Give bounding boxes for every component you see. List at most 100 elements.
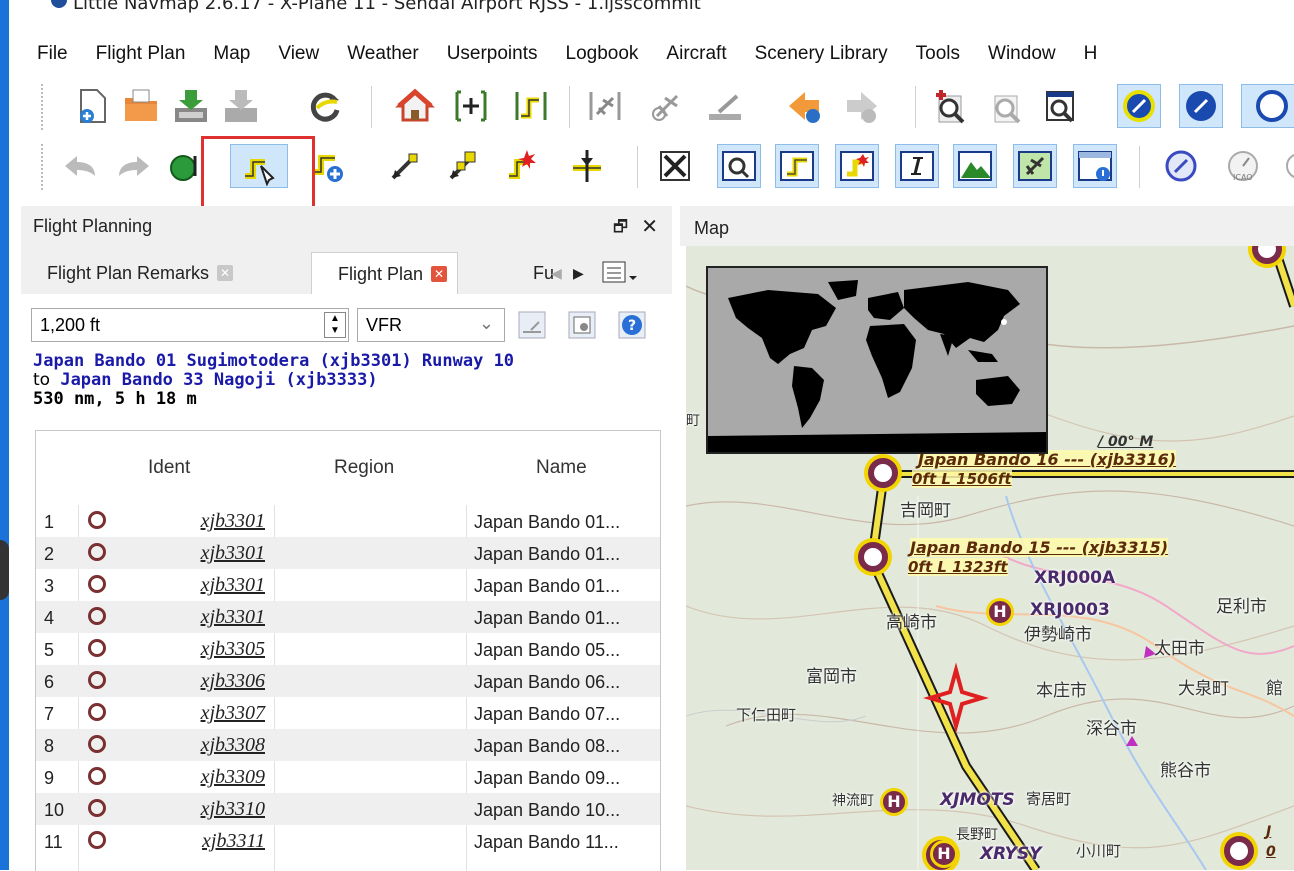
menu-file[interactable]: File	[37, 43, 68, 65]
vcad-icon[interactable]: ICAO	[1221, 144, 1265, 188]
altitude-spinbox[interactable]: 1,200 ft ▲ ▼	[31, 308, 349, 342]
airport-symbol-icon	[88, 607, 106, 625]
column-header-region[interactable]: Region	[334, 457, 394, 479]
aircraft-icon[interactable]	[645, 84, 689, 128]
table-row[interactable]: 11 xjb3311 Japan Bando 11...	[36, 825, 660, 857]
zoom-details-icon[interactable]	[1039, 84, 1083, 128]
center-flightplan-icon[interactable]	[449, 84, 493, 128]
zoom-in-icon[interactable]	[929, 84, 973, 128]
table-row[interactable]: 2 xjb3301 Japan Bando 01...	[36, 537, 660, 569]
menu-logbook[interactable]: Logbook	[566, 43, 639, 65]
menu-tools[interactable]: Tools	[916, 43, 960, 65]
calc-highairway-icon[interactable]	[499, 144, 543, 188]
settings-icon[interactable]	[565, 308, 599, 342]
menu-flight-plan[interactable]: Flight Plan	[96, 43, 186, 65]
route-view-icon[interactable]	[775, 144, 819, 188]
search-icon[interactable]	[717, 144, 761, 188]
compass-icon[interactable]	[1179, 84, 1223, 128]
tab-scroll-right-icon[interactable]: ▶	[573, 252, 584, 294]
back-icon[interactable]	[783, 84, 827, 128]
table-row[interactable]: 10 xjb3310 Japan Bando 10...	[36, 793, 660, 825]
undo-icon[interactable]	[59, 144, 103, 188]
menu-weather[interactable]: Weather	[347, 43, 418, 65]
city-label: 深谷市	[1086, 719, 1137, 739]
svg-text:?: ?	[628, 318, 636, 334]
forward-icon[interactable]	[839, 84, 883, 128]
route-to: Japan Bando 33 Nagoji (xjb3333)	[60, 370, 378, 390]
menu-scenery-library[interactable]: Scenery Library	[755, 43, 888, 65]
home-icon[interactable]	[393, 84, 437, 128]
menu-userpoints[interactable]: Userpoints	[447, 43, 538, 65]
flightplan-route-icon[interactable]	[509, 84, 553, 128]
flight-plan-panel: 1,200 ft ▲ ▼ VFR ⌄ ? Japan Bando 01 Sugim…	[21, 294, 672, 871]
save-flightplan-icon[interactable]	[169, 84, 213, 128]
city-label: 館	[1266, 679, 1283, 699]
new-flightplan-icon[interactable]	[71, 84, 115, 128]
city-label: 大泉町	[1178, 679, 1229, 699]
airport-symbol-icon	[88, 735, 106, 753]
table-row[interactable]: 4 xjb3301 Japan Bando 01...	[36, 601, 660, 633]
airport-marker[interactable]	[868, 458, 898, 488]
circle-icon[interactable]	[1241, 84, 1294, 128]
legend-icon[interactable]	[1073, 144, 1117, 188]
aircraft-view-icon[interactable]	[1013, 144, 1057, 188]
tab-scroll-left-icon[interactable]: ◀	[551, 252, 562, 294]
zoom-out-icon[interactable]	[985, 84, 1029, 128]
elevation-icon[interactable]	[953, 144, 997, 188]
procedures-icon[interactable]	[835, 144, 879, 188]
compass-rose-icon[interactable]	[1159, 144, 1203, 188]
menu-map[interactable]: Map	[213, 43, 250, 65]
heliport-icon[interactable]: H	[880, 788, 908, 816]
reload-icon[interactable]	[303, 84, 347, 128]
tab-flight-plan[interactable]: Flight Plan ✕	[311, 252, 459, 295]
column-header-ident[interactable]: Ident	[148, 457, 190, 479]
menu-window[interactable]: Window	[988, 43, 1056, 65]
aircraft-profile-icon[interactable]	[515, 308, 549, 342]
table-row[interactable]: 8 xjb3308 Japan Bando 08...	[36, 729, 660, 761]
calc-radionav-icon[interactable]	[441, 144, 485, 188]
calc-direct-icon[interactable]	[383, 144, 427, 188]
table-row[interactable]: 7 xjb3307 Japan Bando 07...	[36, 697, 660, 729]
airport-sub-label: 0ft L 1323ft	[908, 558, 1008, 576]
airspace-icon[interactable]	[1117, 84, 1161, 128]
menu-help[interactable]: H	[1084, 43, 1098, 65]
close-icon[interactable]: ✕	[641, 214, 658, 239]
flight-type-value: VFR	[366, 315, 402, 335]
set-altitude-icon[interactable]	[565, 144, 609, 188]
airport-symbol-icon	[88, 639, 106, 657]
overview-map[interactable]	[706, 266, 1048, 454]
table-row[interactable]: 6 xjb3306 Japan Bando 06...	[36, 665, 660, 697]
heliport-icon[interactable]: H	[930, 840, 958, 868]
save-as-flightplan-icon[interactable]	[219, 84, 263, 128]
takeoff-icon[interactable]	[703, 84, 747, 128]
close-tab-icon[interactable]: ✕	[217, 265, 234, 281]
airport-label-partial: 0	[1266, 844, 1276, 860]
float-icon[interactable]: 🗗	[613, 216, 628, 243]
table-row[interactable]: 9 xjb3309 Japan Bando 09...	[36, 761, 660, 793]
heliport-icon[interactable]: H	[986, 598, 1014, 626]
city-label: 本庄市	[1036, 681, 1087, 701]
open-flightplan-icon[interactable]	[119, 84, 163, 128]
menu-aircraft[interactable]: Aircraft	[666, 43, 726, 65]
column-header-name[interactable]: Name	[536, 457, 587, 479]
menu-view[interactable]: View	[278, 43, 319, 65]
airport-marker[interactable]	[1224, 836, 1254, 866]
close-tab-icon[interactable]: ✕	[431, 266, 448, 282]
center-aircraft-icon[interactable]	[583, 84, 627, 128]
table-row[interactable]: 1 xjb3301 Japan Bando 01...	[36, 505, 660, 537]
redo-icon[interactable]	[111, 144, 155, 188]
row-number: 10	[44, 800, 65, 820]
spin-arrows-icon[interactable]: ▲ ▼	[324, 312, 346, 338]
tab-flight-plan-remarks[interactable]: Flight Plan Remarks ✕	[29, 252, 243, 294]
flight-plan-table[interactable]: Ident Region Name 1 xjb3301 Japan Bando 01…	[35, 430, 661, 871]
flight-type-select[interactable]: VFR ⌄	[357, 308, 505, 342]
airport-marker[interactable]	[858, 542, 888, 572]
fullscreen-icon[interactable]	[653, 144, 697, 188]
table-row[interactable]: 5 xjb3305 Japan Bando 05...	[36, 633, 660, 665]
help-icon[interactable]: ?	[615, 308, 649, 342]
airport-symbol-icon	[88, 767, 106, 785]
information-icon[interactable]	[895, 144, 939, 188]
tab-menu-icon[interactable]	[599, 252, 639, 294]
table-row[interactable]: 3 xjb3301 Japan Bando 01...	[36, 569, 660, 601]
more-tools-icon[interactable]	[1279, 144, 1294, 188]
